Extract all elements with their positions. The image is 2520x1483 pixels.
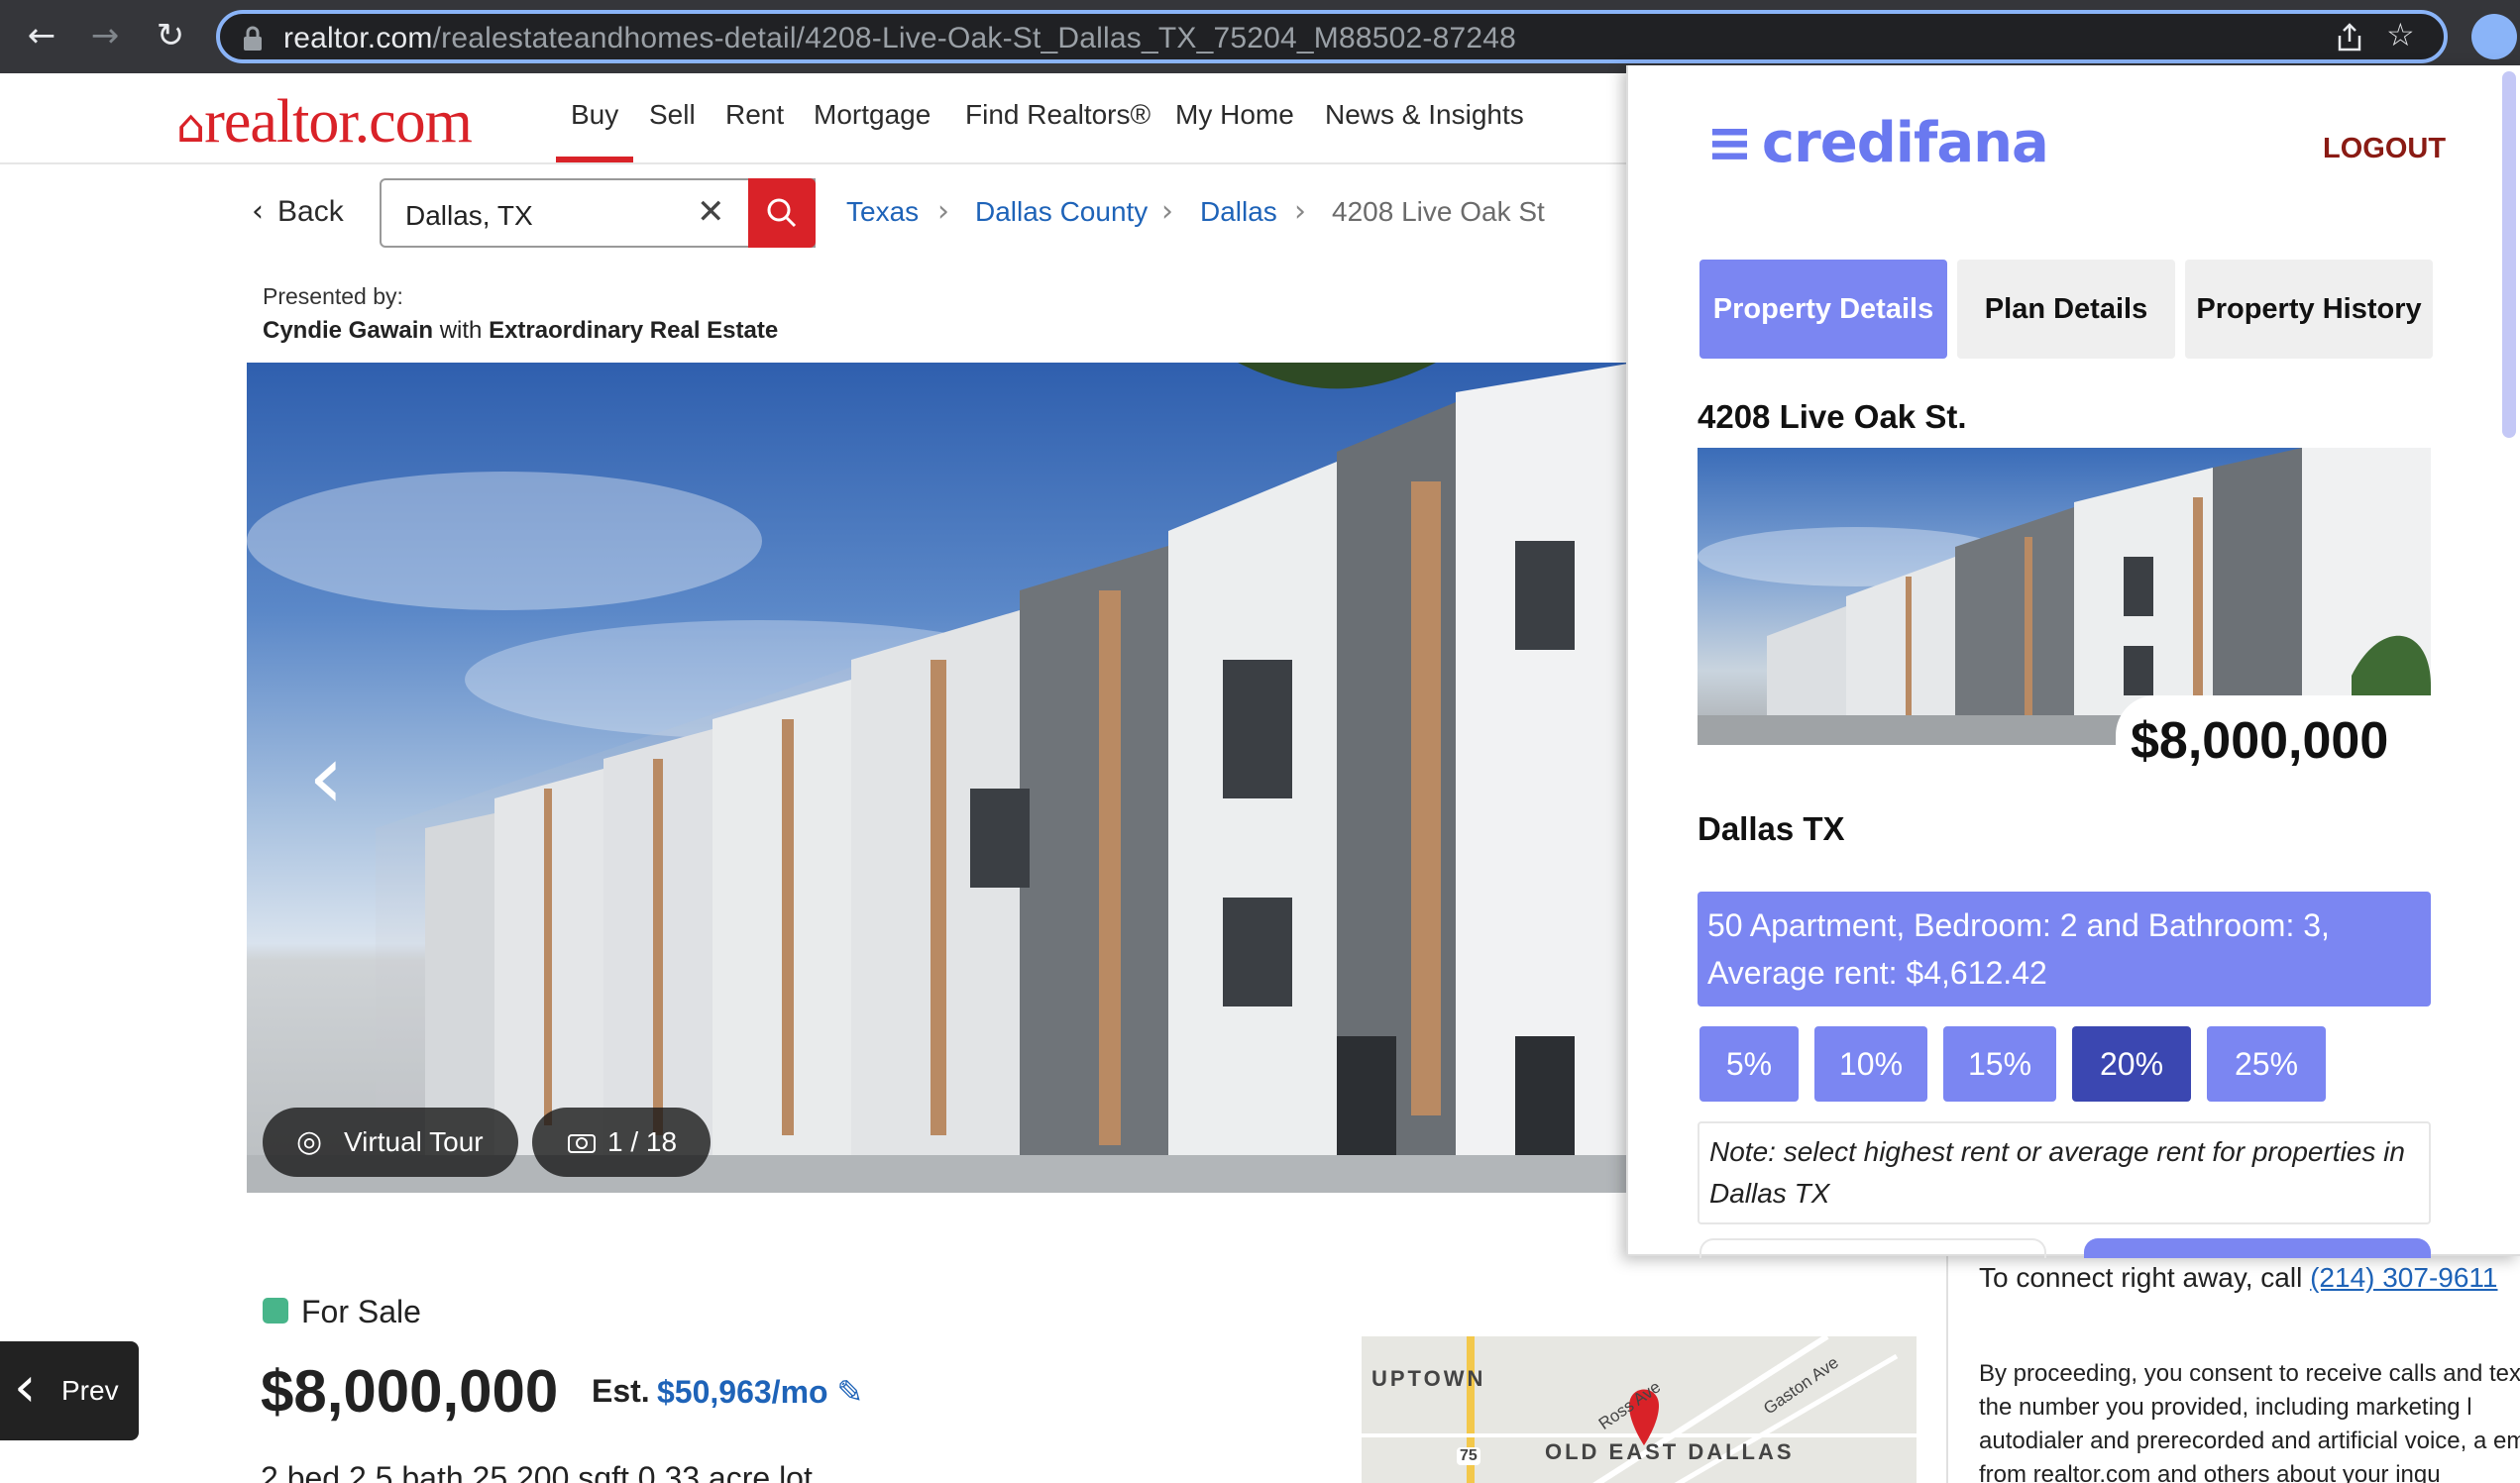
agent-line: Cyndie Gawain with Extraordinary Real Es… — [263, 317, 779, 344]
estimate-label: Est. — [592, 1373, 650, 1409]
map-label-old-east-dallas: OLD EAST DALLAS — [1545, 1439, 1795, 1464]
brokerage-name: Extraordinary Real Estate — [489, 317, 779, 344]
map-label-uptown: UPTOWN — [1371, 1366, 1486, 1391]
nav-news-insights[interactable]: News & Insights — [1325, 99, 1524, 131]
reload-icon[interactable]: ↻ — [149, 14, 192, 57]
phone-link[interactable]: (214) 307-9611 — [2310, 1262, 2497, 1293]
tab-plan-details[interactable]: Plan Details — [1957, 260, 2175, 359]
nav-sell[interactable]: Sell — [649, 99, 696, 131]
search-icon — [767, 198, 797, 228]
breadcrumb-chevron-icon: › — [937, 194, 949, 229]
camera-icon — [568, 1134, 596, 1153]
panel-scrollbar[interactable] — [2502, 71, 2516, 438]
column-divider — [1946, 1228, 1948, 1483]
credifana-logo: ≡ credifana — [1706, 111, 2049, 175]
breadcrumb-dallas[interactable]: Dallas — [1200, 196, 1277, 228]
status-indicator — [263, 1298, 288, 1324]
breadcrumb-current: 4208 Live Oak St — [1332, 196, 1545, 227]
forward-arrow-icon[interactable]: → — [83, 14, 127, 57]
rent-select-dropdown[interactable] — [1699, 1238, 2046, 1258]
nav-mortgage[interactable]: Mortgage — [814, 99, 931, 131]
breadcrumb-chevron-icon: › — [1161, 194, 1173, 229]
search-value: Dallas, TX — [405, 200, 533, 231]
globe-icon: ◎ — [296, 1124, 323, 1159]
property-city: Dallas TX — [1698, 810, 1845, 847]
nav-find-realtors[interactable]: Find Realtors® — [965, 99, 1150, 131]
virtual-tour-button[interactable]: ◎ Virtual Tour — [263, 1108, 518, 1177]
nav-my-home[interactable]: My Home — [1175, 99, 1294, 131]
browser-toolbar: ← → ↻ realtor.com/realestateandhomes-det… — [0, 0, 2520, 73]
agent-name[interactable]: Cyndie Gawain — [263, 317, 433, 344]
rent-note: Note: select highest rent or average ren… — [1698, 1121, 2431, 1224]
down-payment-10[interactable]: 10% — [1814, 1026, 1927, 1102]
previous-photo-chevron-icon[interactable]: ‹ — [308, 725, 344, 829]
tab-property-history[interactable]: Property History — [2185, 260, 2433, 359]
previous-listing-button[interactable]: ‹ Prev — [0, 1341, 139, 1440]
logout-button[interactable]: LOGOUT — [2323, 133, 2446, 165]
property-address: 4208 Live Oak St. — [1698, 398, 1967, 435]
listing-photo[interactable]: ‹ — [247, 363, 1634, 1193]
townhouse-rendering — [247, 363, 1634, 1193]
credifana-extension-icon[interactable] — [2471, 14, 2517, 59]
connect-text: To connect right away, call (214) 307-96… — [1979, 1262, 2498, 1293]
breadcrumb-chevron-icon: › — [1294, 194, 1306, 229]
consent-text: By proceeding, you consent to receive ca… — [1979, 1360, 2520, 1483]
tab-property-details[interactable]: Property Details — [1699, 260, 1947, 359]
down-payment-5[interactable]: 5% — [1699, 1026, 1799, 1102]
bookmark-star-icon[interactable]: ☆ — [2386, 16, 2415, 53]
listing-price: $8,000,000 — [261, 1358, 559, 1425]
realtor-logo[interactable]: ⌂realtor.com — [176, 87, 473, 158]
monthly-estimate-link[interactable]: $50,963/mo ✎ — [657, 1373, 863, 1411]
rent-summary: 50 Apartment, Bedroom: 2 and Bathroom: 3… — [1698, 892, 2431, 1006]
house-icon: ⌂ — [176, 99, 205, 153]
location-map[interactable]: UPTOWN OLD EAST DALLAS Ross Ave Gaston A… — [1362, 1336, 1917, 1483]
down-payment-20[interactable]: 20% — [2072, 1026, 2191, 1102]
nav-rent[interactable]: Rent — [725, 99, 784, 131]
panel-price: $8,000,000 — [2131, 712, 2389, 770]
address-bar[interactable]: realtor.com/realestateandhomes-detail/42… — [216, 10, 2448, 63]
calculate-button[interactable] — [2084, 1238, 2431, 1258]
highway-75-shield: 75 — [1457, 1447, 1480, 1465]
share-icon[interactable] — [2335, 22, 2364, 53]
url-text: realtor.com/realestateandhomes-detail/42… — [283, 22, 1517, 54]
photo-count-button[interactable]: 1 / 18 — [532, 1108, 711, 1177]
down-payment-25[interactable]: 25% — [2207, 1026, 2326, 1102]
credifana-mark-icon: ≡ — [1706, 111, 1753, 175]
active-nav-indicator — [556, 157, 633, 162]
breadcrumb-dallas-county[interactable]: Dallas County — [975, 196, 1148, 228]
pencil-icon: ✎ — [836, 1373, 864, 1411]
lock-icon — [244, 26, 262, 51]
back-link[interactable]: ‹ Back — [252, 194, 344, 229]
presented-by-label: Presented by: — [263, 283, 403, 309]
chevron-left-icon: ‹ — [14, 1355, 37, 1420]
clear-search-icon[interactable]: ✕ — [697, 192, 725, 232]
status-label: For Sale — [301, 1294, 421, 1329]
credifana-extension-panel: ≡ credifana LOGOUT Property Details Plan … — [1626, 65, 2520, 1258]
down-payment-15[interactable]: 15% — [1943, 1026, 2056, 1102]
nav-buy[interactable]: Buy — [571, 99, 618, 131]
chevron-left-icon: ‹ — [252, 194, 264, 229]
listing-facts: 2 bed 2.5 bath 25,200 sqft 0.33 acre lot — [261, 1460, 813, 1483]
breadcrumb-texas[interactable]: Texas — [846, 196, 919, 228]
search-button[interactable] — [748, 178, 816, 248]
back-arrow-icon[interactable]: ← — [20, 14, 63, 57]
